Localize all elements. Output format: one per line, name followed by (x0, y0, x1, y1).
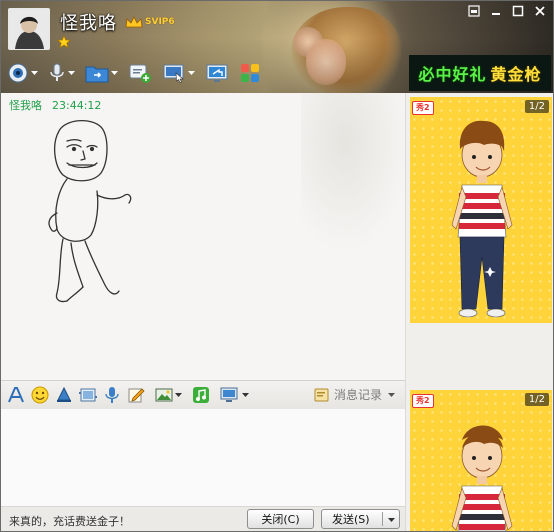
maximize-icon[interactable] (507, 3, 529, 19)
my-show-avatar (451, 425, 513, 531)
contact-avatar[interactable] (8, 8, 50, 50)
doodle-icon[interactable] (127, 383, 145, 407)
message-area[interactable]: 怪我咯 23:44:12 (1, 93, 405, 380)
remote-assist-icon[interactable] (162, 61, 195, 85)
send-label: 发送(S) (332, 513, 370, 526)
message-time: 23:44:12 (52, 99, 102, 112)
screen-capture-icon[interactable] (220, 383, 249, 407)
music-icon[interactable] (192, 383, 210, 407)
sticker-image[interactable] (39, 117, 143, 317)
promo-banner[interactable]: 必中好礼 黄金枪 (409, 55, 551, 91)
crown-icon (125, 16, 143, 28)
message-history-button[interactable]: 消息记录 (314, 386, 395, 403)
promo-text-green: 必中好礼 (418, 65, 487, 84)
send-divider (382, 512, 383, 526)
chat-toolbar (7, 60, 271, 86)
message-sender: 怪我咯 (9, 99, 42, 112)
message-header: 怪我咯 23:44:12 (9, 97, 101, 113)
bottom-bar: 来真的，充话费送金子！ 关闭(C) 发送(S) (1, 506, 405, 531)
send-button[interactable]: 发送(S) (321, 509, 400, 529)
emoji-icon[interactable] (31, 383, 49, 407)
svip-badge[interactable]: SVIP6 (125, 14, 175, 30)
apps-icon[interactable] (239, 61, 261, 85)
promo-link[interactable]: 来真的，充话费送金子！ (9, 513, 130, 529)
font-icon[interactable] (7, 383, 25, 407)
input-toolbar: 消息记录 (1, 380, 405, 410)
file-transfer-icon[interactable] (85, 61, 118, 85)
svip-label: SVIP6 (145, 17, 175, 27)
voice-call-icon[interactable] (48, 61, 75, 85)
message-input[interactable] (1, 409, 405, 506)
my-show[interactable]: 秀2 1/2 (410, 390, 552, 531)
contact-show[interactable]: 秀2 1/2 (410, 97, 552, 323)
video-call-icon[interactable] (7, 61, 38, 85)
chevron-down-icon (388, 392, 395, 397)
promo-text-yellow: 黄金枪 (490, 65, 542, 84)
contact-show-avatar (451, 120, 513, 318)
chat-header: 怪我咯 SVIP6 必中好礼 黄金枪 (1, 1, 553, 93)
shake-icon[interactable] (55, 383, 73, 407)
chat-window: 怪我咯 SVIP6 必中好礼 黄金枪 怪我咯 23:44:12 消息记录 来真的… (0, 0, 554, 532)
close-icon[interactable] (529, 3, 551, 19)
skin-icon[interactable] (463, 3, 485, 19)
screenshot-frame-icon[interactable] (79, 383, 97, 407)
send-options-icon[interactable] (388, 517, 395, 523)
voice-message-icon[interactable] (103, 383, 121, 407)
minimize-icon[interactable] (485, 3, 507, 19)
history-label: 消息记录 (333, 388, 382, 402)
image-icon[interactable] (155, 383, 182, 407)
message-plus-icon[interactable] (128, 61, 152, 85)
star-icon[interactable] (57, 35, 71, 49)
screen-share-icon[interactable] (205, 61, 229, 85)
message-area-watermark (301, 93, 405, 253)
contact-nickname[interactable]: 怪我咯 (60, 9, 117, 35)
history-icon (314, 388, 329, 401)
show-panel: 秀2 1/2 秀2 1/2 (405, 93, 553, 531)
close-button[interactable]: 关闭(C) (247, 509, 314, 529)
window-controls (463, 3, 551, 19)
